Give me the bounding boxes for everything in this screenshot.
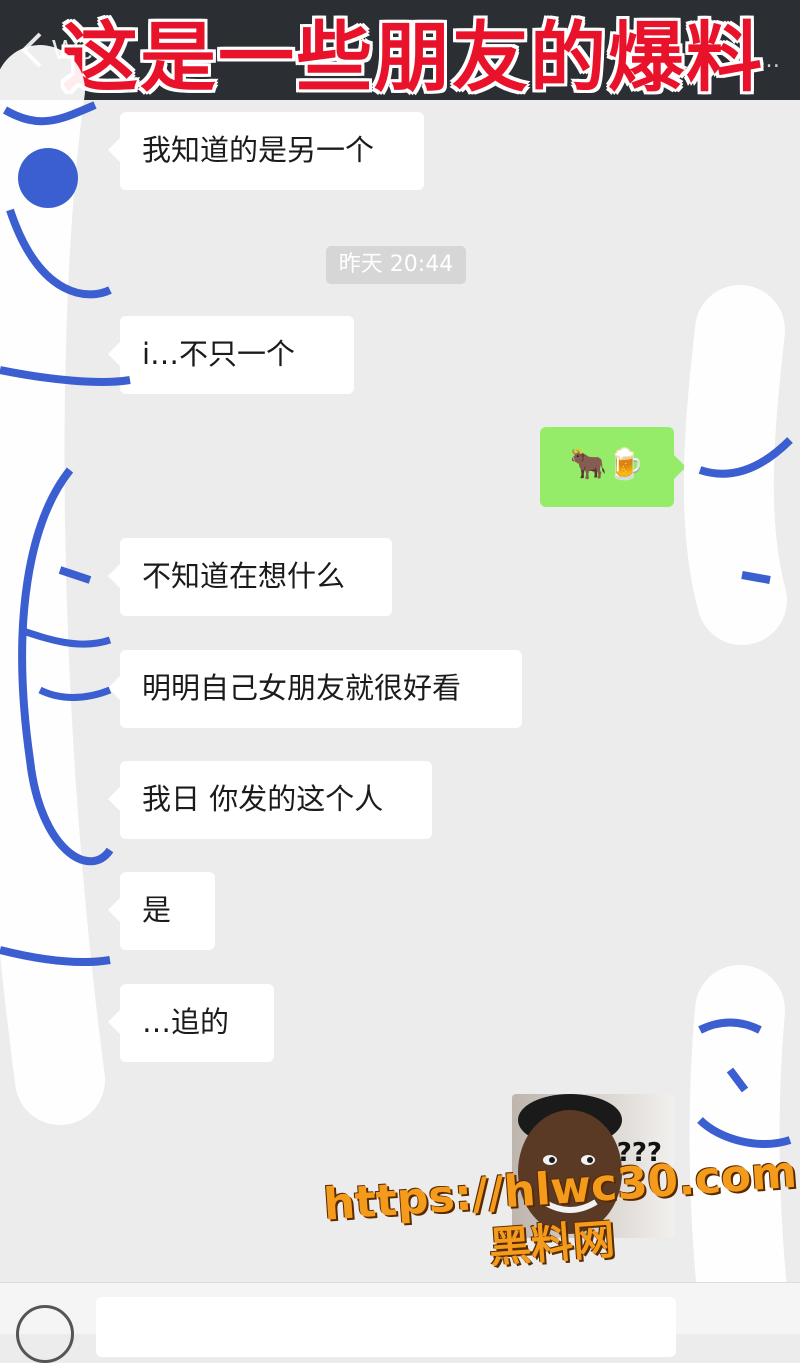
voice-icon[interactable] [16,1305,74,1363]
sent-message-bubble: 🐂🍺 [540,427,686,507]
message-text: 我日 你发的这个人 [142,782,384,816]
message-bubble: 是 [108,872,215,950]
message-bubble: 明明自己女朋友就很好看 [108,650,522,728]
timestamp: 昨天 20:44 [326,246,466,284]
input-toolbar [0,1282,800,1363]
message-bubble: …追的 [108,984,274,1062]
message-bubble: 我日 你发的这个人 [108,761,432,839]
message-text: 我知道的是另一个 [142,133,375,167]
message-text: 不知道在想什么 [142,559,346,593]
message-text: …追的 [142,1005,230,1039]
watermark: https://hlwc30.com 黑料网 [322,1146,798,1285]
message-bubble: 我知道的是另一个 [108,112,424,190]
message-text: 明明自己女朋友就很好看 [142,671,462,705]
back-chevron-icon[interactable] [18,30,48,70]
message-bubble: i…不只一个 [108,316,354,394]
message-text: i…不只一个 [142,337,296,371]
message-input[interactable] [96,1297,676,1357]
message-text: 🐂🍺 [569,447,645,482]
message-bubble: 不知道在想什么 [108,538,392,616]
message-text: 是 [142,893,172,927]
overlay-caption: 这是一些朋友的爆料 [62,13,764,102]
